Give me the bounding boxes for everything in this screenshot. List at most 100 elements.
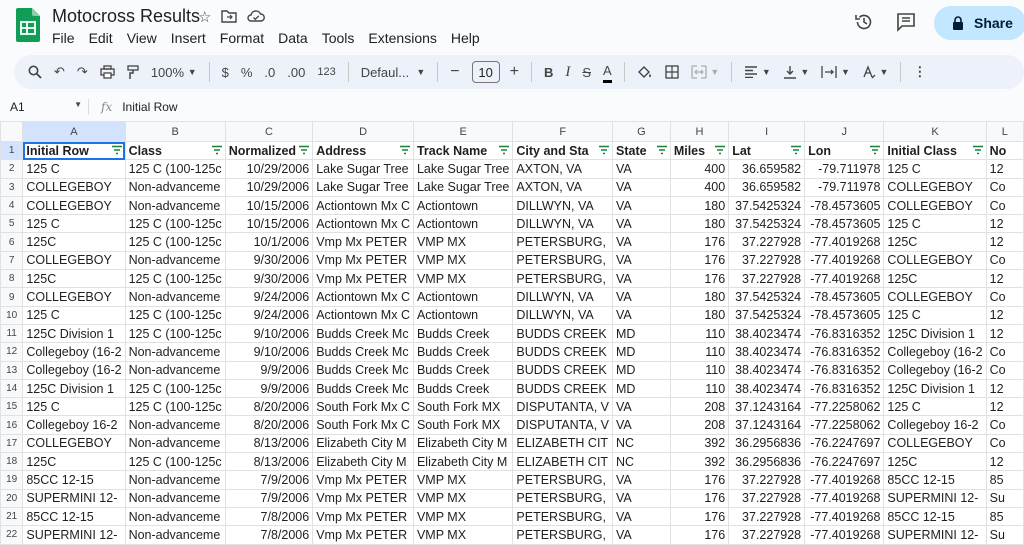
cell[interactable]: 10/15/2006: [224, 214, 314, 234]
cell[interactable]: 125 C (100-125c: [124, 159, 226, 179]
row-header[interactable]: 18: [0, 452, 24, 472]
cell[interactable]: 7/9/2006: [224, 470, 314, 490]
cell[interactable]: Co: [985, 177, 1024, 197]
cell[interactable]: VA: [612, 250, 671, 271]
cell[interactable]: Actiontown Mx C: [312, 287, 414, 307]
cell[interactable]: -78.4573605: [804, 214, 885, 234]
column-header-k[interactable]: K: [883, 121, 987, 142]
cell[interactable]: 85CC 12-15: [22, 470, 126, 490]
filter-icon[interactable]: [715, 145, 726, 155]
cell[interactable]: Collegeboy 16-2: [22, 415, 126, 435]
cell[interactable]: 37.5425324: [728, 287, 806, 307]
column-header-f[interactable]: F: [512, 121, 613, 142]
text-wrapping-icon[interactable]: ▼: [821, 60, 850, 84]
menu-data[interactable]: Data: [278, 30, 315, 46]
menu-insert[interactable]: Insert: [171, 30, 213, 46]
row-header[interactable]: 22: [0, 525, 24, 545]
cell[interactable]: VA: [612, 269, 671, 289]
cell[interactable]: COLLEGEBOY: [22, 177, 126, 197]
cell[interactable]: -79.711978: [804, 177, 885, 197]
cell[interactable]: Collegeboy (16-2: [883, 360, 987, 380]
cell[interactable]: Elizabeth City M: [412, 433, 514, 454]
cell[interactable]: 9/24/2006: [224, 305, 314, 325]
cell[interactable]: Su: [985, 525, 1024, 545]
filter-icon[interactable]: [211, 145, 222, 155]
row-header[interactable]: 6: [0, 232, 24, 252]
undo-icon[interactable]: ↶: [54, 60, 65, 84]
cell[interactable]: Non-advanceme: [124, 433, 226, 454]
cell[interactable]: 10/29/2006: [224, 159, 314, 179]
cell[interactable]: MD: [612, 323, 671, 344]
cell[interactable]: VA: [612, 214, 671, 234]
cell[interactable]: -76.8316352: [804, 342, 885, 362]
cell[interactable]: Vmp Mx PETER: [312, 269, 414, 289]
cell[interactable]: Su: [985, 488, 1024, 508]
zoom-select[interactable]: 100% ▼: [151, 60, 197, 84]
borders-icon[interactable]: [665, 60, 679, 84]
cell[interactable]: 36.659582: [728, 159, 806, 179]
cell[interactable]: 8/13/2006: [224, 452, 314, 472]
cell[interactable]: Non-advanceme: [124, 470, 226, 490]
filter-icon[interactable]: [791, 145, 802, 155]
cell[interactable]: Lake Sugar Tree: [312, 159, 414, 179]
cell[interactable]: 125C: [883, 232, 987, 252]
cell[interactable]: Collegeboy (16-2: [22, 342, 126, 362]
search-menus-icon[interactable]: [28, 60, 42, 84]
column-title-cell[interactable]: Normalized: [224, 140, 314, 161]
cell[interactable]: -78.4573605: [804, 305, 885, 325]
cell[interactable]: MD: [612, 360, 671, 380]
cell[interactable]: Non-advanceme: [124, 342, 226, 362]
cell[interactable]: Budds Creek: [412, 360, 514, 380]
cell[interactable]: Actiontown Mx C: [312, 195, 414, 216]
star-icon[interactable]: ☆: [198, 8, 211, 26]
spreadsheet-grid[interactable]: ABCDEFGHIJKL 1 Initial Row Class Normalized…: [0, 121, 1024, 545]
cell[interactable]: Budds Creek Mc: [312, 342, 414, 362]
cell[interactable]: COLLEGEBOY: [22, 195, 126, 216]
cell[interactable]: 9/9/2006: [224, 360, 314, 380]
cell[interactable]: Vmp Mx PETER: [312, 250, 414, 271]
comments-icon[interactable]: [896, 12, 916, 32]
horizontal-align-icon[interactable]: ▼: [744, 60, 771, 84]
cell[interactable]: 9/10/2006: [224, 323, 314, 344]
cell[interactable]: Actiontown: [412, 195, 514, 216]
cell[interactable]: 9/10/2006: [224, 342, 314, 362]
cell[interactable]: Non-advanceme: [124, 250, 226, 271]
cell[interactable]: 125 C: [22, 214, 126, 234]
cell[interactable]: Actiontown Mx C: [312, 305, 414, 325]
fill-color-icon[interactable]: [637, 60, 653, 84]
column-title-cell[interactable]: Initial Class: [883, 140, 987, 161]
cell[interactable]: 180: [669, 214, 730, 234]
row-header[interactable]: 5: [0, 214, 24, 234]
cell[interactable]: SUPERMINI 12-: [22, 488, 126, 508]
cell[interactable]: VA: [612, 397, 671, 417]
cell[interactable]: VA: [612, 287, 671, 307]
cell[interactable]: -76.8316352: [804, 323, 885, 344]
column-header-e[interactable]: E: [412, 121, 514, 142]
cell[interactable]: 10/15/2006: [224, 195, 314, 216]
cell[interactable]: VMP MX: [412, 232, 514, 252]
cell[interactable]: -79.711978: [804, 159, 885, 179]
paint-format-icon[interactable]: [127, 60, 139, 84]
cell[interactable]: COLLEGEBOY: [883, 433, 987, 454]
filter-icon[interactable]: [599, 145, 609, 155]
cell[interactable]: 85: [985, 506, 1024, 527]
cell[interactable]: 7/8/2006: [224, 506, 314, 527]
cell[interactable]: 176: [669, 250, 730, 271]
cell[interactable]: 176: [669, 525, 730, 545]
row-header[interactable]: 7: [0, 250, 24, 271]
cell[interactable]: 208: [669, 415, 730, 435]
cell[interactable]: VA: [612, 470, 671, 490]
cell[interactable]: VA: [612, 177, 671, 197]
cell[interactable]: -76.8316352: [804, 378, 885, 399]
cell[interactable]: Budds Creek Mc: [312, 360, 414, 380]
cell[interactable]: ELIZABETH CIT: [512, 433, 613, 454]
cell[interactable]: Co: [985, 195, 1024, 216]
cell[interactable]: Budds Creek: [412, 342, 514, 362]
cell[interactable]: 37.227928: [728, 470, 806, 490]
cell[interactable]: SUPERMINI 12-: [22, 525, 126, 545]
cell[interactable]: 125 C: [22, 159, 126, 179]
cell[interactable]: Co: [985, 287, 1024, 307]
cell[interactable]: Co: [985, 342, 1024, 362]
cell[interactable]: 37.1243164: [728, 415, 806, 435]
cell[interactable]: South Fork Mx C: [312, 397, 414, 417]
